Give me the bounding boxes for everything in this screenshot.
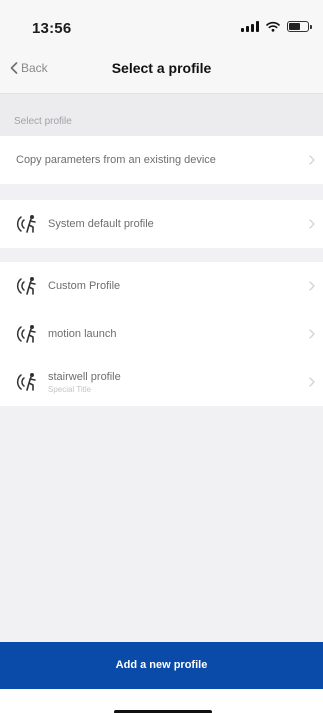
back-button[interactable]: Back	[10, 61, 48, 75]
chevron-right-icon	[309, 329, 315, 339]
profile-row-custom[interactable]: Custom Profile	[0, 262, 323, 310]
chevron-right-icon	[309, 155, 315, 165]
status-time: 13:56	[32, 20, 72, 37]
navigation-bar: Back Select a profile	[0, 44, 323, 94]
default-profile-card: System default profile	[0, 200, 323, 248]
motion-sensor-icon	[16, 325, 36, 343]
copy-parameters-label: Copy parameters from an existing device	[16, 154, 216, 166]
chevron-right-icon	[309, 377, 315, 387]
wifi-icon	[266, 21, 280, 32]
chevron-left-icon	[10, 62, 18, 74]
default-profile-label: System default profile	[48, 218, 154, 230]
profile-label: Custom Profile	[48, 280, 121, 292]
custom-profiles-card: Custom Profile motion launch stairwell p…	[0, 262, 323, 406]
default-profile-row[interactable]: System default profile	[0, 200, 323, 248]
add-profile-button[interactable]: Add a new profile	[0, 642, 323, 689]
copy-parameters-row[interactable]: Copy parameters from an existing device	[0, 136, 323, 184]
motion-sensor-icon	[16, 215, 36, 233]
profile-row-stairwell[interactable]: stairwell profile Special Title	[0, 358, 323, 406]
section-header: Select profile	[0, 94, 323, 136]
profile-text: stairwell profile Special Title	[48, 371, 121, 394]
profile-label: motion launch	[48, 328, 117, 340]
battery-icon	[287, 21, 312, 32]
copy-parameters-card: Copy parameters from an existing device	[0, 136, 323, 184]
status-icons	[241, 21, 312, 32]
profile-row-motion-launch[interactable]: motion launch	[0, 310, 323, 358]
status-bar: 13:56	[0, 0, 323, 44]
chevron-right-icon	[309, 281, 315, 291]
back-label: Back	[21, 61, 48, 75]
chevron-right-icon	[309, 219, 315, 229]
cellular-signal-icon	[241, 21, 259, 32]
page-title: Select a profile	[111, 60, 212, 76]
section-header-label: Select profile	[14, 116, 72, 127]
motion-sensor-icon	[16, 277, 36, 295]
profile-sublabel: Special Title	[48, 384, 92, 394]
profile-label: stairwell profile	[48, 370, 121, 383]
motion-sensor-icon	[16, 373, 36, 391]
